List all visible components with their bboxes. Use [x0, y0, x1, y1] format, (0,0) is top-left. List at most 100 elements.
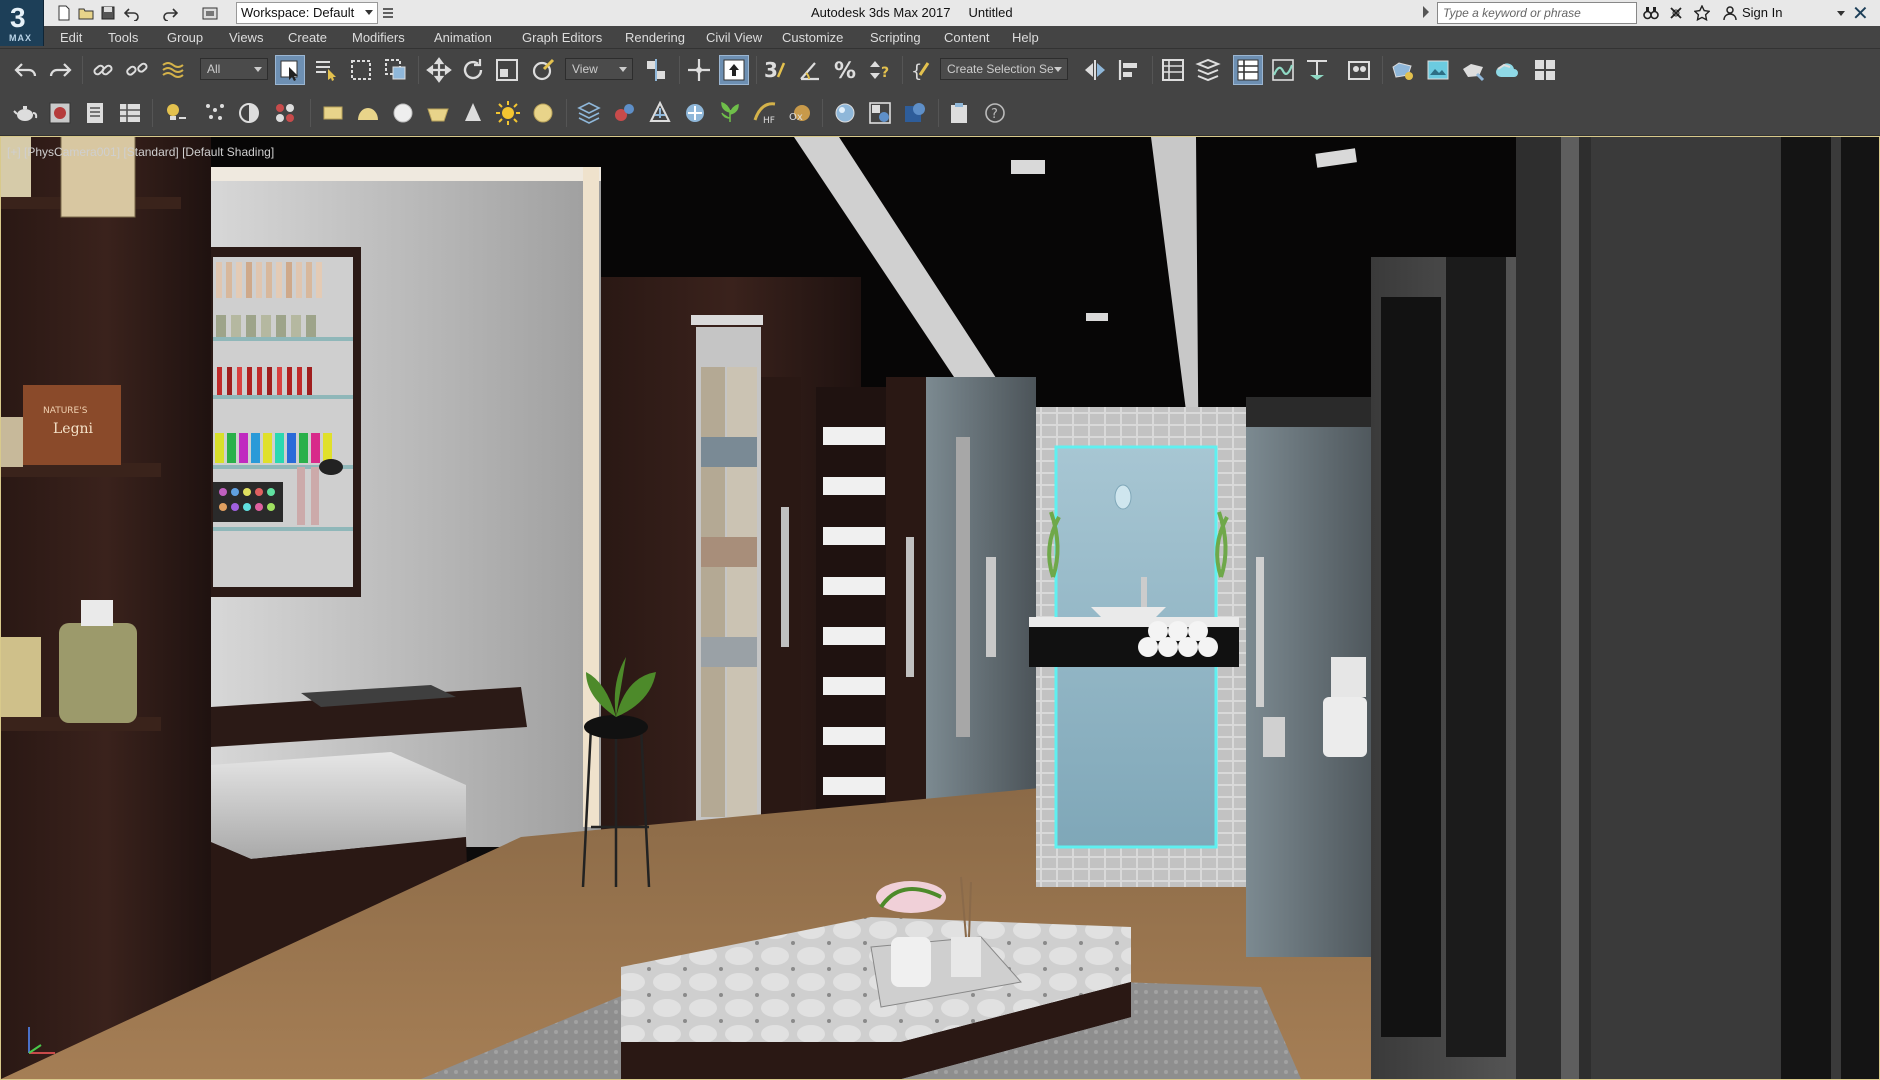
align-icon[interactable] — [1114, 55, 1144, 85]
bind-space-warp-icon[interactable] — [158, 55, 188, 85]
favorites-star-icon[interactable] — [1692, 3, 1712, 23]
redo-icon[interactable] — [160, 3, 180, 23]
application-menu-button[interactable]: 3 MAX — [0, 0, 44, 46]
angle-snap-icon[interactable] — [795, 55, 825, 85]
curve-editor-icon[interactable] — [1268, 55, 1298, 85]
selection-filter-value: All — [207, 62, 221, 76]
menu-tools[interactable]: Tools — [108, 30, 138, 45]
move-icon[interactable] — [424, 55, 454, 85]
render-production-icon[interactable] — [1458, 55, 1488, 85]
selection-filter-dropdown[interactable]: All — [200, 58, 268, 80]
search-expand-icon[interactable] — [1423, 6, 1429, 18]
sky-light-icon[interactable] — [528, 98, 558, 128]
menu-civil-view[interactable]: Civil View — [706, 30, 762, 45]
table-editor-icon[interactable] — [115, 98, 145, 128]
menu-modifiers[interactable]: Modifiers — [352, 30, 405, 45]
undo-icon[interactable] — [11, 55, 41, 85]
placement-icon[interactable] — [528, 55, 558, 85]
keyboard-shortcut-override-icon[interactable] — [719, 55, 749, 85]
hair-farm-icon[interactable]: HF — [750, 98, 780, 128]
list-editor-icon[interactable] — [80, 98, 110, 128]
sun-light-icon[interactable] — [493, 98, 523, 128]
menu-create[interactable]: Create — [288, 30, 327, 45]
foliage-icon[interactable] — [715, 98, 745, 128]
rendered-frame-window-icon[interactable] — [1423, 55, 1453, 85]
spring-system-icon[interactable] — [680, 98, 710, 128]
menu-rendering[interactable]: Rendering — [625, 30, 685, 45]
link-icon[interactable] — [88, 55, 118, 85]
menu-group[interactable]: Group — [167, 30, 203, 45]
particle-system-icon[interactable] — [610, 98, 640, 128]
rectangular-selection-icon[interactable] — [346, 55, 376, 85]
dome-primitive-icon[interactable] — [353, 98, 383, 128]
viewport-label[interactable]: [+] [PhysCamera001] [Standard] [Default … — [7, 145, 274, 159]
pivot-center-icon[interactable] — [641, 55, 671, 85]
help-icon[interactable]: ? — [980, 98, 1010, 128]
grid-helper-icon[interactable] — [574, 98, 604, 128]
workspace-dropdown[interactable]: Workspace: Default — [236, 2, 378, 24]
new-file-icon[interactable] — [54, 3, 74, 23]
box-primitive-icon[interactable] — [318, 98, 348, 128]
teapot-icon[interactable] — [10, 98, 40, 128]
named-selection-dropdown[interactable]: Create Selection Se — [940, 58, 1068, 80]
binoculars-icon[interactable] — [1641, 3, 1661, 23]
project-folder-icon[interactable] — [200, 3, 220, 23]
redo-icon[interactable] — [45, 55, 75, 85]
menu-edit[interactable]: Edit — [60, 30, 82, 45]
ox-hair-icon[interactable]: Ox — [785, 98, 815, 128]
material-editor-icon[interactable] — [1344, 55, 1374, 85]
scene-explorer-icon[interactable] — [1233, 55, 1263, 85]
unlink-icon[interactable] — [122, 55, 152, 85]
cone-primitive-icon[interactable] — [458, 98, 488, 128]
bone-system-icon[interactable] — [645, 98, 675, 128]
menu-animation[interactable]: Animation — [434, 30, 492, 45]
menu-customize[interactable]: Customize — [782, 30, 843, 45]
menu-scripting[interactable]: Scripting — [870, 30, 921, 45]
window-crossing-icon[interactable] — [381, 55, 411, 85]
exchange-icon[interactable] — [1666, 3, 1686, 23]
chevron-down-icon[interactable] — [1837, 11, 1845, 16]
menu-help[interactable]: Help — [1012, 30, 1039, 45]
layer-explorer-icon[interactable] — [1158, 55, 1188, 85]
user-icon[interactable] — [1720, 3, 1740, 23]
percent-snap-icon[interactable]: % — [830, 55, 860, 85]
select-by-name-icon[interactable] — [311, 55, 341, 85]
menu-views[interactable]: Views — [229, 30, 263, 45]
schematic-view-icon[interactable] — [1302, 55, 1332, 85]
open-folder-icon[interactable] — [76, 3, 96, 23]
clipboard-icon[interactable] — [944, 98, 974, 128]
render-elements-icon[interactable] — [900, 98, 930, 128]
menu-content[interactable]: Content — [944, 30, 990, 45]
rotate-icon[interactable] — [458, 55, 488, 85]
toggle-ribbon-icon[interactable] — [1193, 55, 1223, 85]
render-setup-icon[interactable] — [1388, 55, 1418, 85]
environment-map-icon[interactable] — [45, 98, 75, 128]
hair-and-fur-icon[interactable] — [234, 98, 264, 128]
a360-gallery-icon[interactable] — [1530, 55, 1560, 85]
workspace-menu-icon[interactable] — [381, 4, 395, 22]
select-object-icon[interactable] — [275, 55, 305, 85]
motion-capture-icon[interactable] — [270, 98, 300, 128]
render-sphere-icon[interactable] — [830, 98, 860, 128]
proxy-object-icon[interactable] — [865, 98, 895, 128]
reference-coordinate-dropdown[interactable]: View — [565, 58, 633, 80]
sphere-primitive-icon[interactable] — [388, 98, 418, 128]
close-icon[interactable]: ✕ — [1852, 1, 1869, 26]
perspective-viewport[interactable]: [+] [PhysCamera001] [Standard] [Default … — [0, 136, 1880, 1080]
render-in-cloud-icon[interactable] — [1493, 55, 1523, 85]
edit-named-selection-icon[interactable]: { — [906, 55, 936, 85]
menu-graph-editors[interactable]: Graph Editors — [522, 30, 602, 45]
undo-icon[interactable] — [122, 3, 142, 23]
save-icon[interactable] — [98, 3, 118, 23]
3d-scene-render: NATURE'S Legni — [1, 137, 1879, 1079]
spinner-snap-icon[interactable]: ? — [864, 55, 894, 85]
select-and-manipulate-icon[interactable] — [684, 55, 714, 85]
bowl-primitive-icon[interactable] — [423, 98, 453, 128]
sign-in-link[interactable]: Sign In — [1742, 5, 1782, 20]
scale-icon[interactable] — [492, 55, 522, 85]
particle-flow-icon[interactable] — [200, 98, 230, 128]
search-input[interactable]: Type a keyword or phrase — [1437, 2, 1637, 24]
snaps-toggle-icon[interactable]: 3 — [760, 55, 790, 85]
light-lister-icon[interactable] — [160, 98, 190, 128]
mirror-icon[interactable] — [1080, 55, 1110, 85]
